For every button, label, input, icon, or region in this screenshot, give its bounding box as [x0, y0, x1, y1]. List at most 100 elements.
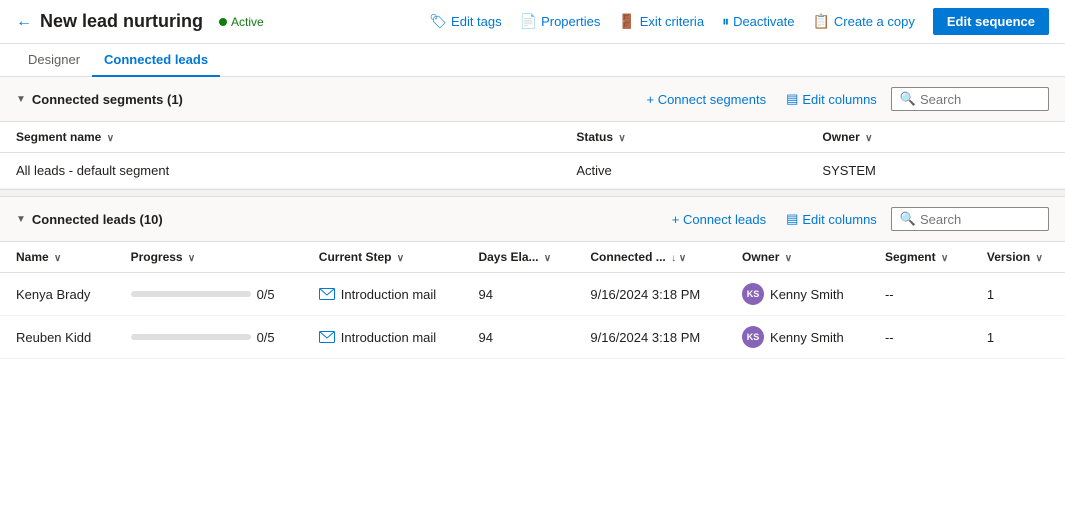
leads-table: Name ∨ Progress ∨ Current Step ∨ Days El…	[0, 242, 1065, 359]
segments-search-input[interactable]	[920, 92, 1040, 107]
leads-search-box[interactable]: 🔍	[891, 207, 1049, 231]
progress-container: 0/5	[131, 287, 287, 302]
edit-columns-segments-label: Edit columns	[802, 92, 876, 107]
lead-name-cell: Reuben Kidd	[0, 316, 115, 359]
col-version: Version ∨	[971, 242, 1065, 273]
col-segment: Segment ∨	[869, 242, 971, 273]
lead-connected-cell: 9/16/2024 3:18 PM	[574, 316, 726, 359]
create-copy-button[interactable]: 📋 Create a copy	[804, 9, 922, 34]
edit-tags-label: Edit tags	[451, 14, 502, 29]
leads-title-text: Connected leads (10)	[32, 212, 163, 227]
lead-step-cell: Introduction mail	[303, 316, 463, 359]
edit-columns-segments-button[interactable]: ▤ Edit columns	[780, 87, 883, 111]
properties-label: Properties	[541, 14, 600, 29]
segments-section-header: ▼ Connected segments (1) + Connect segme…	[0, 77, 1065, 122]
progress-label: 0/5	[257, 287, 275, 302]
status-dot	[219, 18, 227, 26]
leads-section-title: ▼ Connected leads (10)	[16, 212, 163, 227]
progress-bar-bg	[131, 334, 251, 340]
owner-name: Kenny Smith	[770, 330, 844, 345]
lead-segment-cell: --	[869, 273, 971, 316]
status-badge: Active	[219, 15, 264, 29]
lead-version-cell: 1	[971, 273, 1065, 316]
lead-owner-cell: KS Kenny Smith	[726, 316, 869, 359]
lead-segment-cell: --	[869, 316, 971, 359]
connect-leads-button[interactable]: + Connect leads	[666, 208, 772, 231]
progress-container: 0/5	[131, 330, 287, 345]
lead-owner-cell: KS Kenny Smith	[726, 273, 869, 316]
connect-segments-label: + Connect segments	[646, 92, 766, 107]
section-divider	[0, 189, 1065, 197]
connect-segments-button[interactable]: + Connect segments	[640, 88, 772, 111]
main-content: ▼ Connected segments (1) + Connect segme…	[0, 77, 1065, 512]
sort-icon: ∨	[188, 253, 195, 264]
lead-name-cell: Kenya Brady	[0, 273, 115, 316]
search-icon: 🔍	[900, 211, 916, 227]
owner-name: Kenny Smith	[770, 287, 844, 302]
chevron-down-icon: ▼	[16, 214, 26, 225]
copy-icon: 📋	[812, 13, 829, 30]
lead-days-cell: 94	[462, 273, 574, 316]
segment-name-cell: All leads - default segment	[0, 153, 560, 189]
segments-section-title: ▼ Connected segments (1)	[16, 92, 183, 107]
avatar: KS	[742, 283, 764, 305]
col-progress: Progress ∨	[115, 242, 303, 273]
properties-icon: 📄	[520, 13, 537, 30]
col-segment-name: Segment name ∨	[0, 122, 560, 153]
tab-connected-leads[interactable]: Connected leads	[92, 44, 220, 77]
tab-designer[interactable]: Designer	[16, 44, 92, 77]
edit-columns-leads-button[interactable]: ▤ Edit columns	[780, 207, 883, 231]
edit-columns-leads-label: Edit columns	[802, 212, 876, 227]
col-status: Status ∨	[560, 122, 806, 153]
table-row: All leads - default segment Active SYSTE…	[0, 153, 1065, 189]
table-row: Kenya Brady 0/5	[0, 273, 1065, 316]
col-name: Name ∨	[0, 242, 115, 273]
exit-criteria-label: Exit criteria	[640, 14, 704, 29]
exit-criteria-icon: 🚪	[618, 13, 635, 30]
lead-step-cell: Introduction mail	[303, 273, 463, 316]
step-name: Introduction mail	[341, 287, 436, 302]
deactivate-button[interactable]: ⏸ Deactivate	[714, 9, 802, 34]
status-label: Active	[231, 15, 264, 29]
segments-search-box[interactable]: 🔍	[891, 87, 1049, 111]
edit-tags-button[interactable]: 🏷 Edit tags	[421, 9, 509, 34]
col-lead-owner: Owner ∨	[726, 242, 869, 273]
edit-sequence-button[interactable]: Edit sequence	[933, 8, 1049, 35]
edit-columns-icon: ▤	[786, 91, 798, 107]
chevron-down-icon: ▼	[16, 94, 26, 105]
step-cell: Introduction mail	[319, 287, 447, 302]
exit-criteria-button[interactable]: 🚪 Exit criteria	[610, 9, 712, 34]
connect-leads-label: + Connect leads	[672, 212, 766, 227]
leads-section-header: ▼ Connected leads (10) + Connect leads ▤…	[0, 197, 1065, 242]
lead-progress-cell: 0/5	[115, 316, 303, 359]
segments-section: ▼ Connected segments (1) + Connect segme…	[0, 77, 1065, 189]
mail-icon	[319, 288, 335, 300]
sort-icon: ∨	[544, 253, 551, 264]
sort-icon: ∨	[618, 133, 625, 144]
sort-icon: ∨	[941, 253, 948, 264]
lead-connected-cell: 9/16/2024 3:18 PM	[574, 273, 726, 316]
progress-label: 0/5	[257, 330, 275, 345]
table-row: Reuben Kidd 0/5	[0, 316, 1065, 359]
page-title: New lead nurturing	[40, 11, 203, 32]
back-button[interactable]: ←	[16, 13, 32, 31]
top-actions: 🏷 Edit tags 📄 Properties 🚪 Exit criteria…	[421, 8, 1049, 35]
sort-icon: ∨	[107, 133, 114, 144]
segment-owner-cell: SYSTEM	[806, 153, 1065, 189]
leads-section: ▼ Connected leads (10) + Connect leads ▤…	[0, 197, 1065, 359]
sort-icon: ∨	[1036, 253, 1043, 264]
segments-title-text: Connected segments (1)	[32, 92, 183, 107]
segments-actions: + Connect segments ▤ Edit columns 🔍	[640, 87, 1049, 111]
leads-search-input[interactable]	[920, 212, 1040, 227]
step-cell: Introduction mail	[319, 330, 447, 345]
sort-icon: ∨	[54, 253, 61, 264]
col-owner: Owner ∨	[806, 122, 1065, 153]
owner-cell: KS Kenny Smith	[742, 326, 853, 348]
lead-days-cell: 94	[462, 316, 574, 359]
edit-sequence-label: Edit sequence	[947, 14, 1035, 29]
deactivate-icon: ⏸	[722, 13, 729, 30]
properties-button[interactable]: 📄 Properties	[512, 9, 609, 34]
segments-table-header-row: Segment name ∨ Status ∨ Owner ∨	[0, 122, 1065, 153]
segments-table: Segment name ∨ Status ∨ Owner ∨ All lead…	[0, 122, 1065, 189]
progress-bar-bg	[131, 291, 251, 297]
